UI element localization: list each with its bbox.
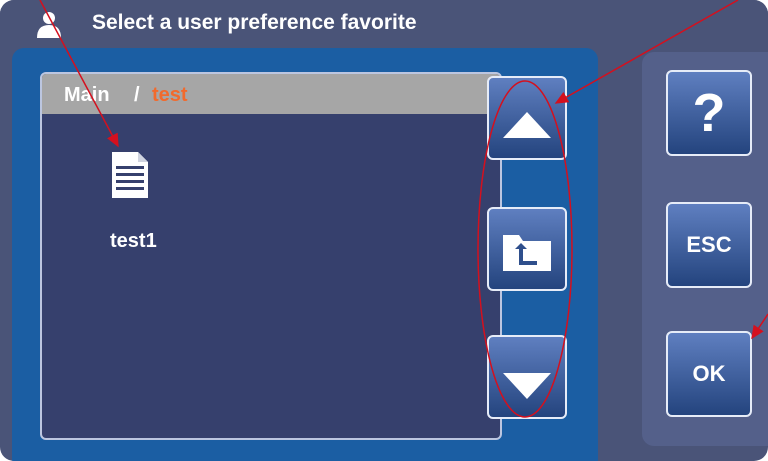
parent-folder-button[interactable] bbox=[487, 207, 567, 291]
breadcrumb-current: test bbox=[152, 84, 188, 106]
breadcrumb: Main / test bbox=[42, 74, 500, 114]
file-browser[interactable]: Main / test test1 bbox=[40, 72, 502, 440]
esc-button[interactable]: ESC bbox=[666, 202, 752, 288]
arrow-up-icon bbox=[503, 112, 551, 138]
file-item[interactable]: test1 bbox=[110, 150, 182, 260]
folder-up-icon bbox=[503, 235, 551, 271]
document-icon bbox=[112, 152, 148, 198]
scroll-down-button[interactable] bbox=[487, 335, 567, 419]
ok-button[interactable]: OK bbox=[666, 331, 752, 417]
scroll-up-button[interactable] bbox=[487, 76, 567, 160]
breadcrumb-root[interactable]: Main bbox=[64, 84, 110, 107]
breadcrumb-separator: / bbox=[134, 84, 140, 106]
esc-button-label: ESC bbox=[686, 232, 732, 257]
title-bar: Select a user preference favorite bbox=[0, 0, 768, 46]
user-icon bbox=[37, 12, 61, 38]
file-item-label: test1 bbox=[110, 230, 157, 252]
ok-button-label: OK bbox=[692, 361, 726, 386]
screen: Select a user preference favorite Main /… bbox=[0, 0, 768, 461]
help-button[interactable]: ? bbox=[666, 70, 752, 156]
arrow-down-icon bbox=[503, 373, 551, 399]
help-button-label: ? bbox=[692, 83, 726, 143]
dialog-title: Select a user preference favorite bbox=[92, 11, 417, 34]
